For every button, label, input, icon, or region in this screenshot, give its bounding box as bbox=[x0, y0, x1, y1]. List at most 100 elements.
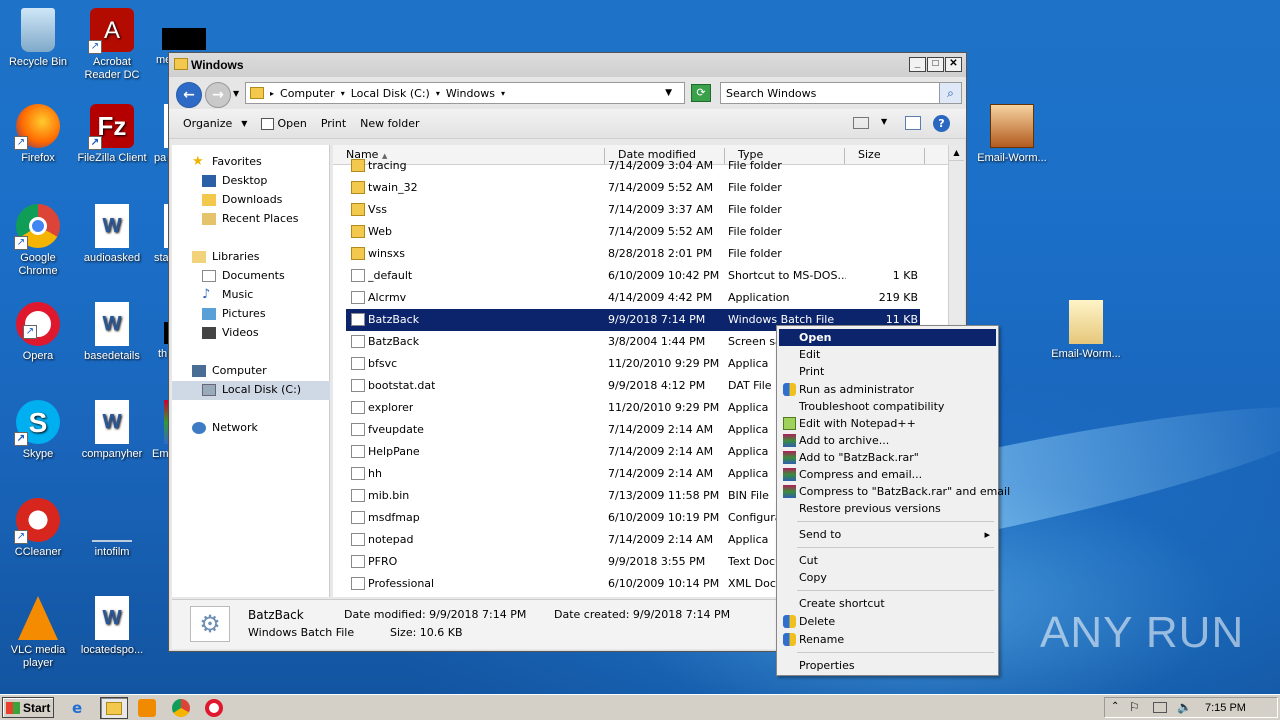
back-button[interactable]: ← bbox=[176, 82, 202, 108]
menu-cut[interactable]: Cut bbox=[779, 552, 996, 569]
start-button[interactable]: Start bbox=[2, 697, 54, 718]
menu-delete[interactable]: Delete bbox=[779, 613, 996, 630]
file-icon bbox=[351, 269, 365, 282]
search-icon[interactable]: ⌕ bbox=[939, 83, 961, 103]
desktop-icon-audioasked[interactable]: W audioasked bbox=[74, 204, 150, 265]
desktop-icon-email-worm-1[interactable]: Email-Worm... bbox=[974, 104, 1050, 165]
desktop-icon-firefox[interactable]: ↗ Firefox bbox=[0, 104, 76, 165]
details-size: Size: 10.6 KB bbox=[390, 626, 463, 639]
menu-rename[interactable]: Rename bbox=[779, 631, 996, 648]
desktop-icon-basedetails[interactable]: W basedetails bbox=[74, 302, 150, 363]
volume-icon[interactable]: 🔈 bbox=[1177, 700, 1192, 714]
internet-explorer-icon[interactable]: e bbox=[72, 699, 90, 717]
clock[interactable]: 7:15 PM bbox=[1205, 702, 1246, 714]
file-row[interactable]: tracing 7/14/2009 3:04 AM File folder bbox=[346, 155, 920, 177]
chevron-down-icon[interactable]: ▾ bbox=[341, 89, 345, 98]
nav-music[interactable]: ♪ Music bbox=[202, 288, 253, 302]
nav-pictures[interactable]: Pictures bbox=[202, 307, 266, 320]
menu-edit-notepadpp[interactable]: Edit with Notepad++ bbox=[779, 415, 996, 432]
menu-troubleshoot[interactable]: Troubleshoot compatibility bbox=[779, 398, 996, 415]
nav-favorites[interactable]: ★ Favorites bbox=[192, 155, 262, 169]
file-row[interactable]: _default 6/10/2009 10:42 PM Shortcut to MS… bbox=[346, 265, 920, 287]
desktop-icon-label: FileZilla Client bbox=[77, 152, 147, 164]
view-icon[interactable] bbox=[853, 117, 869, 129]
minimize-button[interactable]: _ bbox=[909, 57, 926, 72]
desktop-icon-email-worm-2[interactable]: Email-Worm... bbox=[1048, 300, 1124, 361]
menu-print[interactable]: Print bbox=[779, 363, 996, 380]
nav-recent-places[interactable]: Recent Places bbox=[202, 212, 299, 225]
network-tray-icon[interactable] bbox=[1153, 702, 1167, 713]
open-button[interactable]: Open bbox=[261, 117, 307, 130]
desktop-icon-label: Email-Worm... bbox=[1051, 348, 1121, 360]
breadcrumb-local-disk[interactable]: Local Disk (C:) bbox=[351, 87, 430, 100]
desktop-icon-acrobat[interactable]: A ↗ Acrobat Reader DC bbox=[74, 8, 150, 82]
refresh-icon[interactable]: ⟳ bbox=[691, 84, 711, 102]
nav-network[interactable]: Network bbox=[192, 421, 258, 434]
file-row[interactable]: Vss 7/14/2009 3:37 AM File folder bbox=[346, 199, 920, 221]
nav-libraries[interactable]: Libraries bbox=[192, 250, 260, 263]
desktop-icon-ccleaner[interactable]: ↗ CCleaner bbox=[0, 498, 76, 559]
desktop-icon-companyher[interactable]: W companyher bbox=[74, 400, 150, 461]
close-button[interactable]: ✕ bbox=[945, 57, 962, 72]
menu-restore-versions[interactable]: Restore previous versions bbox=[779, 500, 996, 517]
window-titlebar[interactable]: Windows _ □ ✕ bbox=[169, 53, 966, 77]
chrome-icon[interactable] bbox=[172, 699, 190, 717]
action-center-flag-icon[interactable]: ⚐ bbox=[1129, 700, 1140, 714]
file-name: tracing bbox=[368, 159, 407, 172]
opera-icon[interactable] bbox=[205, 699, 223, 717]
nav-documents[interactable]: Documents bbox=[202, 269, 285, 282]
desktop-icon-vlc[interactable]: VLC media player bbox=[0, 596, 76, 670]
menu-send-to[interactable]: Send to ▸ bbox=[779, 526, 996, 543]
menu-compress-email[interactable]: Compress and email... bbox=[779, 466, 996, 483]
file-row[interactable]: Web 7/14/2009 5:52 AM File folder bbox=[346, 221, 920, 243]
scroll-up-icon[interactable]: ▲ bbox=[949, 145, 964, 161]
preview-pane-icon[interactable] bbox=[905, 116, 921, 130]
forward-button[interactable]: → bbox=[205, 82, 231, 108]
file-row[interactable]: winsxs 8/28/2018 2:01 PM File folder bbox=[346, 243, 920, 265]
breadcrumb-computer[interactable]: Computer bbox=[280, 87, 335, 100]
chevron-down-icon[interactable]: ▾ bbox=[501, 89, 505, 98]
explorer-taskbar-button[interactable] bbox=[100, 697, 128, 719]
desktop-icon-locatedspo[interactable]: W locatedspo... bbox=[74, 596, 150, 657]
menu-copy[interactable]: Copy bbox=[779, 569, 996, 586]
organize-button[interactable]: Organize ▼ bbox=[183, 117, 247, 130]
help-icon[interactable]: ? bbox=[933, 115, 950, 132]
file-name: notepad bbox=[368, 533, 414, 546]
menu-add-rar[interactable]: Add to "BatzBack.rar" bbox=[779, 449, 996, 466]
nav-videos[interactable]: Videos bbox=[202, 326, 259, 339]
breadcrumb-windows[interactable]: Windows bbox=[446, 87, 495, 100]
print-button[interactable]: Print bbox=[321, 117, 346, 130]
history-dropdown-icon[interactable]: ▼ bbox=[233, 89, 239, 98]
address-dropdown-icon[interactable]: ▼ bbox=[665, 88, 672, 98]
menu-create-shortcut[interactable]: Create shortcut bbox=[779, 595, 996, 612]
nav-local-disk[interactable]: Local Disk (C:) bbox=[202, 383, 301, 396]
new-folder-button[interactable]: New folder bbox=[360, 117, 419, 130]
file-row[interactable]: twain_32 7/14/2009 5:52 AM File folder bbox=[346, 177, 920, 199]
menu-edit[interactable]: Edit bbox=[779, 346, 996, 363]
recycle-bin-icon bbox=[21, 8, 55, 52]
nav-downloads[interactable]: Downloads bbox=[202, 193, 282, 206]
folder-icon bbox=[351, 247, 365, 260]
chevron-down-icon[interactable]: ▾ bbox=[436, 89, 440, 98]
chevron-down-icon[interactable]: ▼ bbox=[881, 117, 887, 126]
ccleaner-icon: ↗ bbox=[14, 498, 60, 544]
nav-computer[interactable]: Computer bbox=[192, 364, 267, 377]
menu-open[interactable]: Open bbox=[779, 329, 996, 346]
desktop-icon-opera[interactable]: ↗ Opera bbox=[0, 302, 76, 363]
menu-add-archive[interactable]: Add to archive... bbox=[779, 432, 996, 449]
maximize-button[interactable]: □ bbox=[927, 57, 944, 72]
media-player-icon[interactable] bbox=[138, 699, 156, 717]
desktop-icon-filezilla[interactable]: Fz ↗ FileZilla Client bbox=[74, 104, 150, 165]
menu-compress-rar-email[interactable]: Compress to "BatzBack.rar" and email bbox=[779, 483, 1010, 500]
search-input[interactable]: Search Windows ⌕ bbox=[720, 82, 962, 104]
nav-desktop[interactable]: Desktop bbox=[202, 174, 267, 187]
desktop-icon-skype[interactable]: S ↗ Skype bbox=[0, 400, 76, 461]
file-row[interactable]: Alcrmv 4/14/2009 4:42 PM Application 219 KB bbox=[346, 287, 920, 309]
desktop-icon-chrome[interactable]: ↗ Google Chrome bbox=[0, 204, 76, 278]
menu-properties[interactable]: Properties bbox=[779, 657, 996, 674]
desktop-icon-recycle-bin[interactable]: Recycle Bin bbox=[0, 8, 76, 69]
menu-run-as-admin[interactable]: Run as administrator bbox=[779, 381, 996, 398]
desktop-icon-intofilm[interactable]: intofilm bbox=[74, 498, 150, 559]
address-box[interactable]: ▸ Computer ▾ Local Disk (C:) ▾ Windows ▾… bbox=[245, 82, 685, 104]
show-hidden-icons[interactable]: ⌃ bbox=[1111, 701, 1119, 712]
